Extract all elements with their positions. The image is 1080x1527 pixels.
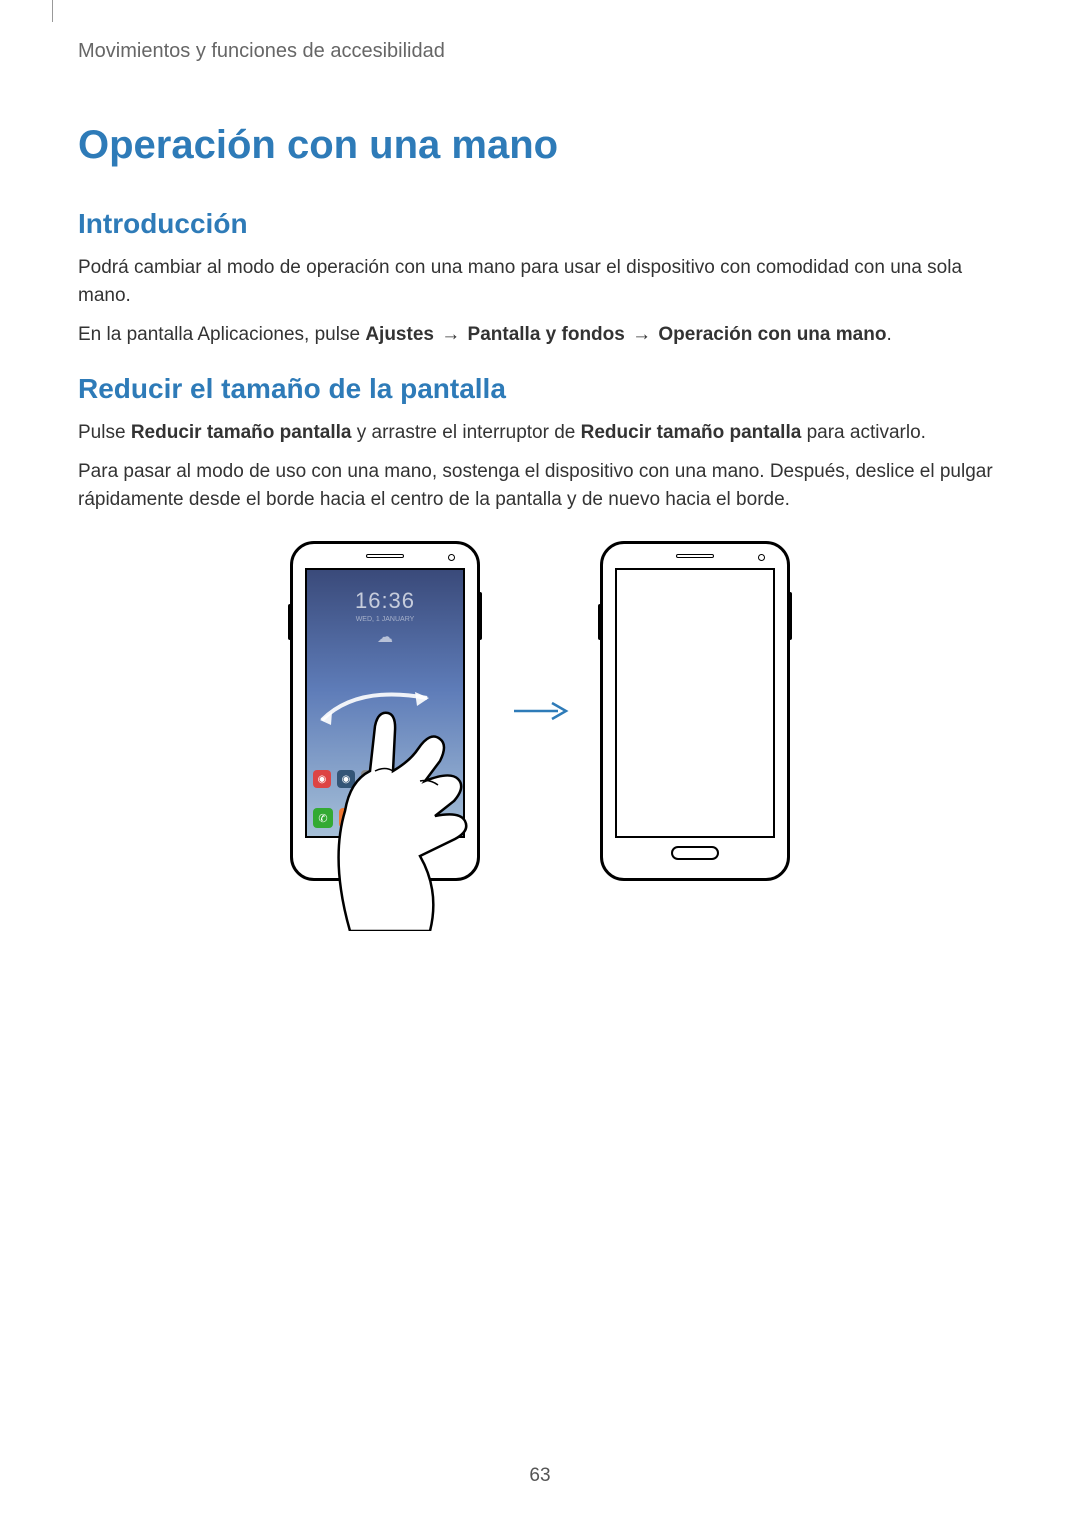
- swipe-gesture-icon: [317, 690, 437, 730]
- page-content: Movimientos y funciones de accesibilidad…: [0, 0, 1080, 881]
- app-icon: ▶: [361, 770, 379, 788]
- bold-text: Operación con una mano: [658, 324, 886, 345]
- app-icon: ◉: [313, 770, 331, 788]
- weather-icon: ☁: [307, 627, 463, 647]
- phone-screen-right: [615, 568, 775, 838]
- section-intro-p2: En la pantalla Aplicaciones, pulse Ajust…: [78, 321, 1002, 349]
- phone-with-hand-container: 16:36 WED, 1 JANUARY ☁ ◉ ◉ ▶ ▧ • • • •: [290, 541, 480, 881]
- phone-screen-left: 16:36 WED, 1 JANUARY ☁ ◉ ◉ ▶ ▧ • • • •: [305, 568, 465, 838]
- app-icon-row: ◉ ◉ ▶ ▧: [313, 770, 403, 788]
- section-intro-p1: Podrá cambiar al modo de operación con u…: [78, 254, 1002, 309]
- browser-app-icon: 🌐: [391, 808, 411, 828]
- contacts-app-icon: 👤: [339, 808, 359, 828]
- arrow-text: →: [436, 324, 466, 345]
- bold-text: Reducir tamaño pantalla: [131, 422, 352, 443]
- phone-power-button: [478, 592, 482, 640]
- page-indicator-dots: • • • • •: [307, 793, 463, 802]
- section-intro-heading: Introducción: [78, 208, 1002, 240]
- section-reduce-heading: Reducir el tamaño de la pantalla: [78, 373, 1002, 405]
- phone-earpiece: [366, 554, 404, 558]
- arrow-right-icon: [510, 699, 570, 723]
- phone-power-button: [788, 592, 792, 640]
- section-reduce-p2: Para pasar al modo de uso con una mano, …: [78, 458, 1002, 513]
- app-icon: ▧: [385, 770, 403, 788]
- phone-right: [600, 541, 790, 881]
- section-reduce-p1: Pulse Reducir tamaño pantalla y arrastre…: [78, 419, 1002, 447]
- phone-volume-button: [288, 604, 292, 640]
- bold-text: Ajustes: [365, 324, 434, 345]
- phone-camera-icon: [448, 554, 455, 561]
- phone-camera-icon: [758, 554, 765, 561]
- text: .: [886, 324, 891, 345]
- bold-text: Pantalla y fondos: [468, 324, 625, 345]
- bold-text: Reducir tamaño pantalla: [581, 422, 802, 443]
- page-header: Movimientos y funciones de accesibilidad: [78, 40, 1002, 63]
- mail-app-icon: ✉: [365, 808, 385, 828]
- phone-home-button: [361, 846, 409, 860]
- text: y arrastre el interruptor de: [351, 422, 580, 443]
- phone-home-button: [671, 846, 719, 860]
- arrow-text: →: [627, 324, 657, 345]
- phone-volume-button: [598, 604, 602, 640]
- text: En la pantalla Aplicaciones, pulse: [78, 324, 365, 345]
- clock-date: WED, 1 JANUARY: [307, 616, 463, 623]
- phone-earpiece: [676, 554, 714, 558]
- app-icon: ◉: [337, 770, 355, 788]
- phone-app-icon: ✆: [313, 808, 333, 828]
- phone-left: 16:36 WED, 1 JANUARY ☁ ◉ ◉ ▶ ▧ • • • •: [290, 541, 480, 881]
- text: Pulse: [78, 422, 131, 443]
- illustration-row: 16:36 WED, 1 JANUARY ☁ ◉ ◉ ▶ ▧ • • • •: [78, 541, 1002, 881]
- text: para activarlo.: [801, 422, 926, 443]
- page-title: Operación con una mano: [78, 123, 1002, 168]
- dock-icon-row: ✆ 👤 ✉ 🌐: [313, 808, 411, 828]
- clock-text: 16:36: [307, 588, 463, 614]
- page-number: 63: [0, 1465, 1080, 1487]
